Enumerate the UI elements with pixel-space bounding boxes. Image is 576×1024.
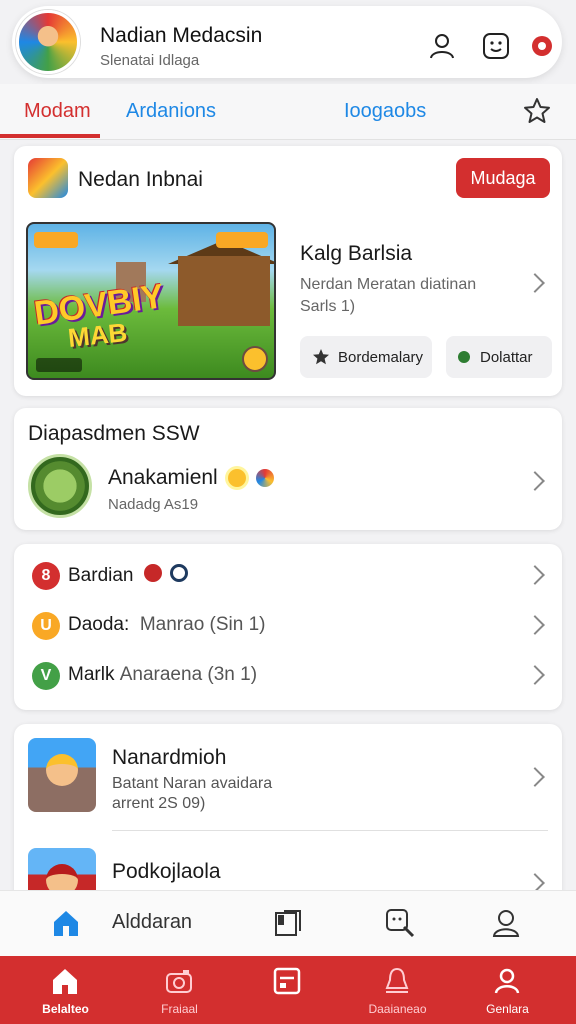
bell-icon — [385, 967, 409, 993]
chevron-right-icon[interactable] — [525, 565, 545, 585]
featured-card: Nedan Inbnai Mudaga DOVBIY MAB Kalg Barl… — [14, 146, 562, 396]
game-list-title: Podkojlaola — [112, 860, 221, 883]
smile-face-icon[interactable] — [482, 32, 510, 60]
list-item-label: Bardian — [68, 564, 188, 588]
ring-icon — [169, 564, 188, 582]
nav-label: Genlara — [486, 1002, 529, 1016]
list-card: 8 Bardian U Daoda: Manrao (Sin 1) V Marl… — [14, 544, 562, 710]
featured-title: Nedan Inbnai — [78, 168, 203, 191]
bookmark-pill[interactable]: Bordemalary — [300, 336, 432, 378]
page-subtitle: Slenatai Idlaga — [100, 52, 200, 69]
list-item-detail: Anaraena (3n 1) — [119, 664, 258, 685]
document-icon — [273, 967, 301, 995]
nav-label: Daaianeao — [368, 1002, 427, 1016]
banner-score-chip — [34, 232, 78, 248]
featured-action-button[interactable]: Mudaga — [456, 158, 550, 198]
tab-modam[interactable]: Modam — [24, 100, 91, 123]
search-icon[interactable] — [384, 907, 416, 939]
item-subtitle: Nadadg As19 — [108, 496, 199, 513]
game-list-description: Batant Naran avaidara arrent 2S 09) — [112, 774, 272, 814]
hut-shape — [178, 256, 270, 326]
status-pill-label: Dolattar — [480, 348, 533, 366]
section-card: Diapasdmen SSW Anakamienl Nadadg As19 — [14, 408, 562, 530]
divider — [112, 830, 548, 831]
game-title: Kalg Barlsia — [300, 242, 413, 265]
character-face — [46, 754, 78, 786]
bottom-nav: Belalteo Fraiaal Daaianeao Genlara — [0, 956, 576, 1024]
notification-icon[interactable] — [528, 32, 556, 60]
nav-item-camera[interactable]: Fraiaal — [122, 956, 237, 1024]
list-item-name: Marlk — [68, 664, 115, 685]
list-item-icon: U — [32, 612, 60, 640]
game-round-icon — [28, 454, 92, 518]
list-item-icon: 8 — [32, 562, 60, 590]
nav-label: Fraiaal — [161, 1002, 198, 1016]
item-name-text: Anakamienl — [108, 466, 218, 489]
banner-controls — [36, 358, 82, 372]
person-icon — [494, 968, 520, 994]
person-icon[interactable] — [490, 907, 522, 939]
nav-label: Belalteo — [42, 1002, 89, 1016]
flower-icon — [143, 564, 162, 582]
game-description: Nerdan Meratan diatinan Sarls 1) — [300, 276, 477, 315]
game-banner[interactable]: DOVBIY MAB — [26, 222, 276, 380]
chevron-right-icon[interactable] — [525, 767, 545, 787]
list-item[interactable]: 8 Bardian — [14, 548, 562, 598]
section-title: Diapasdmen SSW — [28, 422, 200, 445]
game-list-card: Nanardmioh Batant Naran avaidara arrent … — [14, 724, 562, 914]
tab-ioogaobs[interactable]: Ioogaobs — [344, 100, 426, 123]
banner-logo-sub: MAB — [66, 316, 129, 354]
banner-coin-chip — [216, 232, 268, 248]
list-item[interactable]: U Daoda: Manrao (Sin 1) — [14, 598, 562, 648]
chevron-right-icon[interactable] — [525, 615, 545, 635]
list-item-label: Daoda: Manrao (Sin 1) — [68, 614, 266, 636]
sun-icon — [227, 469, 246, 488]
star-icon[interactable] — [522, 96, 552, 126]
nav-item-profile[interactable]: Genlara — [450, 956, 565, 1024]
nav-item-document[interactable] — [230, 956, 345, 1024]
star-icon — [313, 349, 329, 365]
secondary-toolbar: Alddaran — [0, 890, 576, 956]
list-item-name: Daoda: — [68, 614, 130, 635]
badge-icons — [143, 564, 188, 588]
list-item[interactable]: V Marlk Anaraena (3n 1) — [14, 648, 562, 698]
tab-ardanions[interactable]: Ardanions — [126, 100, 216, 123]
toolbar-label[interactable]: Alddaran — [112, 911, 192, 934]
chevron-right-icon[interactable] — [525, 273, 545, 293]
bookmark-pill-label: Bordemalary — [338, 348, 424, 366]
home-icon — [53, 969, 77, 994]
chevron-right-icon[interactable] — [525, 471, 545, 491]
coin-icon — [242, 346, 268, 372]
game-list-title: Nanardmioh — [112, 746, 227, 769]
game-thumbnail[interactable] — [28, 738, 96, 812]
status-dot-icon — [458, 351, 470, 363]
chevron-right-icon[interactable] — [525, 665, 545, 685]
game-badge-icon — [28, 158, 68, 198]
list-item-icon: V — [32, 662, 60, 690]
status-pill[interactable]: Dolattar — [446, 336, 552, 378]
profile-icon[interactable] — [428, 32, 456, 60]
list-item-label: Marlk Anaraena (3n 1) — [68, 664, 257, 686]
list-item-detail: Manrao (Sin 1) — [139, 614, 266, 635]
tab-bar: Modam Ardanions Ioogaobs — [0, 84, 576, 140]
item-name[interactable]: Anakamienl — [108, 466, 274, 490]
page-title: Nadian Medacsin — [100, 24, 263, 47]
game-list-desc-line1: Batant Naran avaidara — [112, 775, 273, 792]
list-item-name: Bardian — [68, 565, 134, 587]
active-tab-indicator — [0, 134, 100, 138]
avatar[interactable] — [16, 10, 80, 74]
nav-item-notifications[interactable]: Daaianeao — [340, 956, 455, 1024]
ball-icon — [255, 469, 274, 488]
app-header: Nadian Medacsin Slenatai Idlaga — [12, 6, 562, 78]
game-list-desc-line2: arrent 2S 09) — [112, 795, 206, 812]
bookmark-icon[interactable] — [272, 907, 304, 939]
camera-icon — [166, 970, 192, 993]
home-icon[interactable] — [50, 907, 82, 939]
nav-item-home[interactable]: Belalteo — [8, 956, 123, 1024]
